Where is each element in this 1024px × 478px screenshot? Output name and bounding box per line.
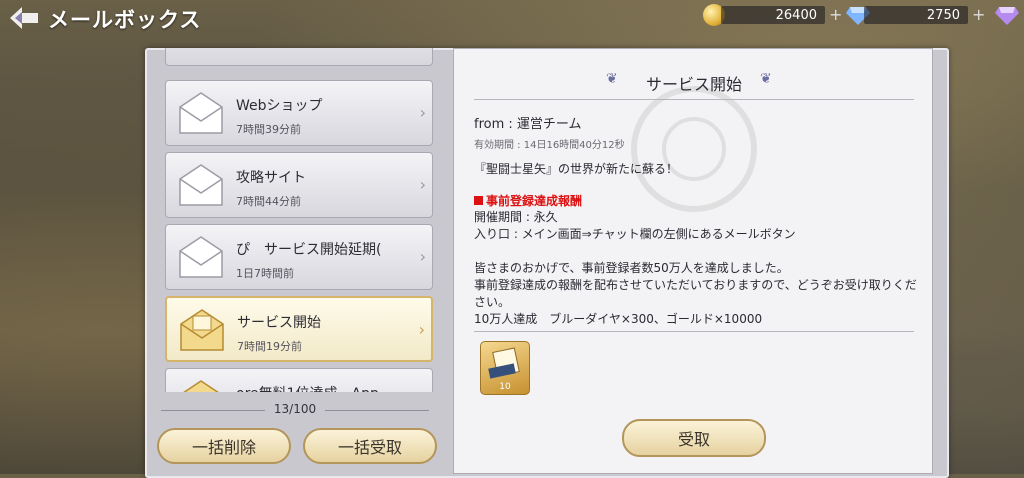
mail-detail-pane: ❦ サービス開始 ❦ from : 運営チーム 有効期間 : 14日16時間40… bbox=[453, 48, 933, 474]
diamond-amount: 2750 bbox=[864, 6, 968, 24]
claim-all-button[interactable]: 一括受取 bbox=[303, 428, 437, 464]
envelope-icon bbox=[179, 236, 223, 278]
chevron-right-icon: › bbox=[419, 247, 426, 266]
mail-time: 7時間19分前 bbox=[237, 340, 302, 353]
mail-expiry: 有効期間 : 14日16時間40分12秒 bbox=[474, 140, 625, 151]
mail-title: サービス開始 bbox=[237, 315, 321, 331]
chevron-right-icon: › bbox=[419, 103, 426, 122]
mail-paragraph: 皆さまのおかげで、事前登録者数50万人を達成しました。 事前登録達成の報酬を配布… bbox=[474, 261, 917, 326]
mail-sender: from : 運営チーム bbox=[474, 117, 582, 132]
mail-title: ぴ サービス開始延期( bbox=[236, 242, 382, 258]
gold-counter: 26400 + bbox=[703, 4, 842, 26]
mail-item[interactable] bbox=[165, 48, 433, 66]
chevron-right-icon: › bbox=[418, 320, 425, 339]
envelope-icon bbox=[179, 164, 223, 206]
mail-item[interactable]: 攻略サイト 7時間44分前 › bbox=[165, 152, 433, 218]
mail-item-selected[interactable]: サービス開始 7時間19分前 › bbox=[165, 296, 433, 362]
gift-envelope-icon bbox=[183, 380, 219, 392]
gold-amount: 26400 bbox=[721, 6, 825, 24]
section-body: 開催期間 : 永久 入り口 : メイン画面⇒チャット欄の左側にあるメールボタン bbox=[474, 210, 796, 241]
mail-intro: 『聖闘士星矢』の世界が新たに蘇る！ bbox=[474, 162, 679, 176]
mail-time: 7時間44分前 bbox=[236, 195, 301, 208]
page-title: メールボックス bbox=[48, 8, 202, 32]
mail-item[interactable]: ore無料1位達成 App bbox=[165, 368, 433, 392]
laurel-right-icon: ❦ bbox=[760, 71, 772, 87]
mail-item[interactable]: Webショップ 7時間39分前 › bbox=[165, 80, 433, 146]
mail-list[interactable]: Webショップ 7時間39分前 › 攻略サイト 7時間44分前 › ぴ サービス… bbox=[155, 48, 445, 392]
mail-title: Webショップ bbox=[236, 98, 323, 114]
mail-title: ore無料1位達成 App bbox=[236, 383, 379, 392]
add-gold-button[interactable]: + bbox=[829, 7, 842, 23]
chevron-right-icon: › bbox=[419, 175, 426, 194]
mail-count: 13/100 bbox=[273, 402, 317, 416]
attachment-qty: 10 bbox=[499, 382, 511, 392]
mail-count-row: 13/100 bbox=[155, 400, 435, 420]
mail-time: 1日7時間前 bbox=[236, 267, 294, 280]
diamond-counter: 2750 + bbox=[846, 4, 985, 26]
back-arrow-icon[interactable] bbox=[8, 5, 42, 31]
mail-body[interactable]: from : 運営チーム 有効期間 : 14日16時間40分12秒 『聖闘士星矢… bbox=[474, 113, 919, 327]
open-gift-envelope-icon bbox=[180, 309, 224, 351]
delete-all-button[interactable]: 一括削除 bbox=[157, 428, 291, 464]
title-divider bbox=[474, 99, 914, 100]
mail-detail-title: サービス開始 bbox=[645, 75, 742, 94]
body-divider bbox=[474, 331, 914, 332]
mail-time: 7時間39分前 bbox=[236, 123, 301, 136]
claim-button[interactable]: 受取 bbox=[622, 419, 766, 457]
section-heading: 事前登録達成報酬 bbox=[474, 192, 919, 209]
attachment-item[interactable]: 10 bbox=[480, 341, 530, 395]
mail-list-pane: Webショップ 7時間39分前 › 攻略サイト 7時間44分前 › ぴ サービス… bbox=[155, 48, 445, 474]
envelope-icon bbox=[179, 92, 223, 134]
mail-item[interactable]: ぴ サービス開始延期( 1日7時間前 › bbox=[165, 224, 433, 290]
divider bbox=[325, 410, 429, 411]
mail-title: 攻略サイト bbox=[236, 170, 306, 186]
top-bar: メールボックス 26400 + 2750 + bbox=[0, 0, 1024, 36]
add-diamond-button[interactable]: + bbox=[972, 7, 985, 23]
purple-diamond-icon[interactable] bbox=[994, 4, 1020, 26]
scroll-item-icon bbox=[488, 347, 520, 379]
